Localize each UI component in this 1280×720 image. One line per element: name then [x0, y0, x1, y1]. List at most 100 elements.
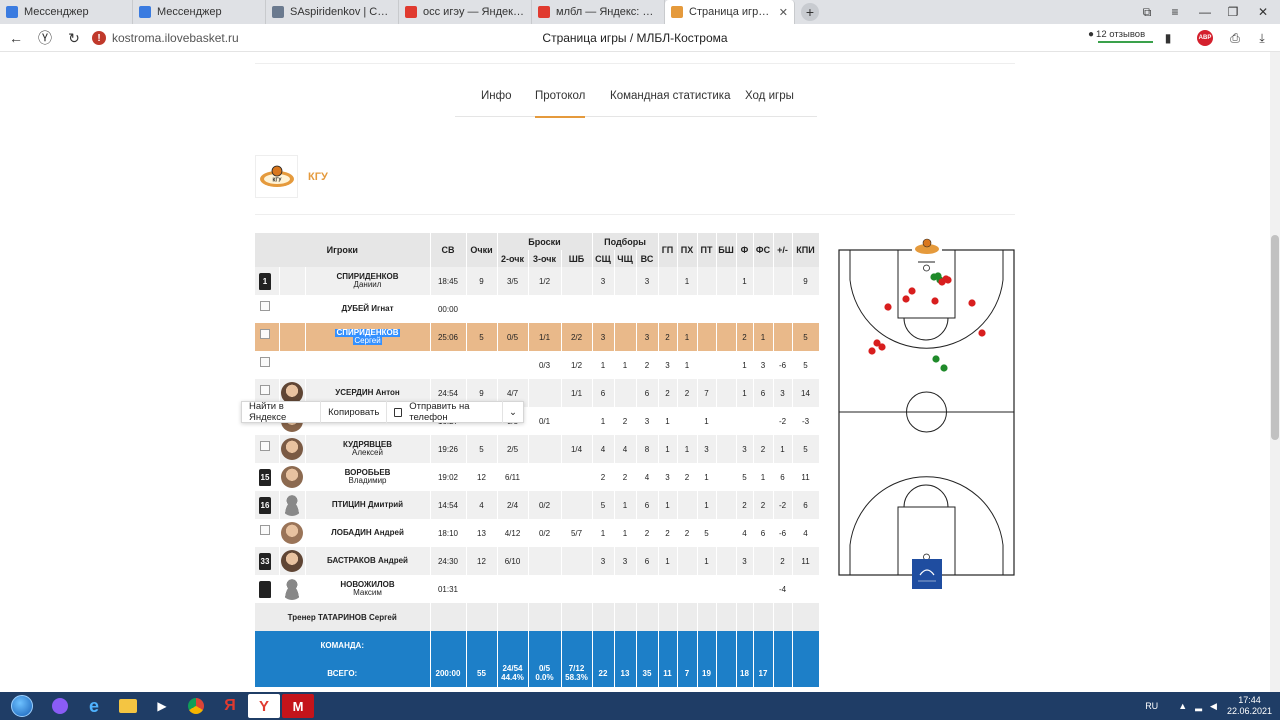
stat-kpi: 5 [792, 351, 820, 379]
table-row[interactable]: ЛОБАДИН Андрей 18:10 13 4/12 0/2 5/7 1 1 2 2 2 5 4 6-… [255, 519, 820, 547]
stat-gp: 2 [658, 323, 678, 351]
stat-gp [658, 575, 678, 603]
stat-pt: 1 [697, 463, 717, 491]
reviews-button[interactable]: ● 12 отзывов [1088, 29, 1153, 43]
player-name[interactable]: ДУБЕЙ Игнат [305, 295, 431, 323]
browser-tab[interactable]: млбл — Яндекс: нашёлся [532, 0, 665, 24]
new-tab-button[interactable]: + [801, 3, 819, 21]
browser-tab[interactable]: Мессенджер [0, 0, 133, 24]
stat-ph [677, 407, 698, 435]
chevron-down-icon[interactable]: ⌄ [503, 401, 523, 423]
browser-tab[interactable]: Мессенджер [133, 0, 266, 24]
stat-pt [697, 351, 717, 379]
stat-pt [697, 575, 717, 603]
scrollbar-thumb[interactable] [1271, 235, 1279, 440]
ie-icon[interactable]: e [78, 694, 110, 718]
player-name[interactable] [305, 351, 431, 379]
table-row[interactable]: 16 ПТИЦИН Дмитрий 14:54 4 2/4 0/2 5 1 6 1 1 2 2 -2 6 [255, 491, 820, 519]
stat-def: 1 [592, 407, 615, 435]
language-indicator[interactable]: RU [1145, 701, 1158, 711]
tray-arrow-icon[interactable]: ▲ [1178, 701, 1187, 711]
stat-ph: 1 [677, 267, 698, 295]
yandex-icon[interactable]: Я [214, 694, 246, 718]
network-icon[interactable]: ▂ [1195, 701, 1202, 712]
download-icon[interactable]: ⤓ [1254, 30, 1270, 46]
tab-protocol[interactable]: Протокол [535, 90, 586, 118]
comment-icon: ● [1088, 29, 1095, 40]
maximize-button[interactable]: ❐ [1218, 0, 1248, 24]
close-tab-icon[interactable]: ✕ [775, 6, 788, 19]
yandex-home-icon[interactable]: Ⓨ [37, 30, 53, 46]
stat-reb: 2 [636, 351, 659, 379]
stat-ph: 2 [677, 379, 698, 407]
adblock-icon[interactable]: ABP [1197, 30, 1213, 46]
coach-row: Тренер ТАТАРИНОВ Сергей [255, 603, 820, 631]
browser-tab[interactable]: SAspiridenkov | Студенчес [266, 0, 399, 24]
table-row[interactable]: 33 БАСТРАКОВ Андрей 24:30 12 6/10 3 3 6 1 1 3 2 11 [255, 547, 820, 575]
table-row[interactable]: 0/3 1/2 1 1 2 3 1 1 3 -6 5 [255, 351, 820, 379]
stat-three: 0/3 [528, 351, 562, 379]
col-gp: ГП [658, 233, 678, 267]
player-name[interactable]: СПИРИДЕНКОВ Сергей [305, 323, 431, 351]
stat-fs: 2 [753, 491, 774, 519]
clock[interactable]: 17:44 22.06.2021 [1227, 695, 1272, 717]
back-icon[interactable]: ← [8, 30, 24, 46]
stat-two: 4/12 [497, 519, 529, 547]
table-row[interactable]: СПИРИДЕНКОВ Сергей 25:06 5 0/5 1/1 2/2 3 3 2 1 2 1 5 [255, 323, 820, 351]
player-number [255, 519, 280, 547]
stat-off [614, 267, 637, 295]
stat-ph: 1 [677, 435, 698, 463]
broken-image-icon [260, 385, 270, 395]
menu-item-search-yandex[interactable]: Найти в Яндексе [242, 401, 322, 423]
explorer-icon[interactable] [112, 694, 144, 718]
col-def: СЩ [592, 250, 615, 267]
player-name[interactable]: ЛОБАДИН Андрей [305, 519, 431, 547]
bookmark-icon[interactable]: ▮ [1160, 30, 1176, 46]
url-field[interactable]: ! kostroma.ilovebasket.ru [92, 28, 239, 48]
player-name[interactable]: ВОРОБЬЕВ Владимир [305, 463, 431, 491]
chrome-icon[interactable] [180, 694, 212, 718]
jersey-icon: 1 [259, 272, 271, 290]
table-row[interactable]: ДУБЕЙ Игнат 00:00 [255, 295, 820, 323]
close-window-button[interactable]: ✕ [1248, 0, 1278, 24]
player-name[interactable]: БАСТРАКОВ Андрей [305, 547, 431, 575]
stat-three [528, 547, 562, 575]
stat-three: 0/1 [528, 407, 562, 435]
tabs-menu-icon[interactable]: ⧉ [1132, 0, 1162, 24]
stat-off: 1 [614, 519, 637, 547]
browser-tab[interactable]: Страница игры / МЛБЛ✕ [665, 0, 795, 24]
stat-off: 3 [614, 547, 637, 575]
yandex-browser-icon[interactable]: Y [248, 694, 280, 718]
stat-def [592, 575, 615, 603]
table-row[interactable]: КУДРЯВЦЕВ Алексей 19:26 5 2/5 1/4 4 4 8 1 1 3 3 2 1 5 [255, 435, 820, 463]
mcafee-icon[interactable]: M [282, 694, 314, 718]
url-text: kostroma.ilovebasket.ru [112, 31, 239, 45]
browser-tab[interactable]: осс игэу — Яндекс: нашло [399, 0, 532, 24]
player-name[interactable]: КУДРЯВЦЕВ Алексей [305, 435, 431, 463]
player-name[interactable]: СПИРИДЕНКОВ Даниил [305, 267, 431, 295]
volume-icon[interactable]: ◀ [1210, 701, 1217, 712]
player-name[interactable]: ПТИЦИН Дмитрий [305, 491, 431, 519]
menu-item-send-phone[interactable]: Отправить на телефон [387, 401, 504, 423]
reload-icon[interactable]: ↻ [66, 30, 82, 46]
tab-game-log[interactable]: Ход игры [745, 90, 794, 102]
table-row[interactable]: 15 ВОРОБЬЕВ Владимир 19:02 12 6/11 2 2 4 3 2 1 5 1 6 11 [255, 463, 820, 491]
table-row[interactable]: НОВОЖИЛОВ Максим 01:31 -4 [255, 575, 820, 603]
share-icon[interactable]: ⎙ [1227, 30, 1243, 46]
team-name[interactable]: КГУ [308, 171, 328, 183]
stat-gp: 1 [658, 407, 678, 435]
tab-team-stats[interactable]: Командная статистика [610, 90, 730, 102]
media-player-icon[interactable]: ▶ [146, 694, 178, 718]
start-button[interactable] [2, 694, 42, 718]
player-number [255, 575, 280, 603]
stat-sv: 00:00 [430, 295, 467, 323]
tab-info[interactable]: Инфо [481, 90, 511, 102]
minimize-button[interactable]: — [1190, 0, 1220, 24]
main-menu-icon[interactable]: ≡ [1160, 0, 1190, 24]
alice-icon[interactable] [44, 694, 76, 718]
player-photo [279, 435, 306, 463]
menu-item-copy[interactable]: Копировать [321, 401, 388, 423]
jersey-icon: 15 [259, 468, 271, 486]
player-name[interactable]: НОВОЖИЛОВ Максим [305, 575, 431, 603]
table-row[interactable]: 1 СПИРИДЕНКОВ Даниил 18:45 9 3/5 1/2 3 3 1 1 9 [255, 267, 820, 295]
